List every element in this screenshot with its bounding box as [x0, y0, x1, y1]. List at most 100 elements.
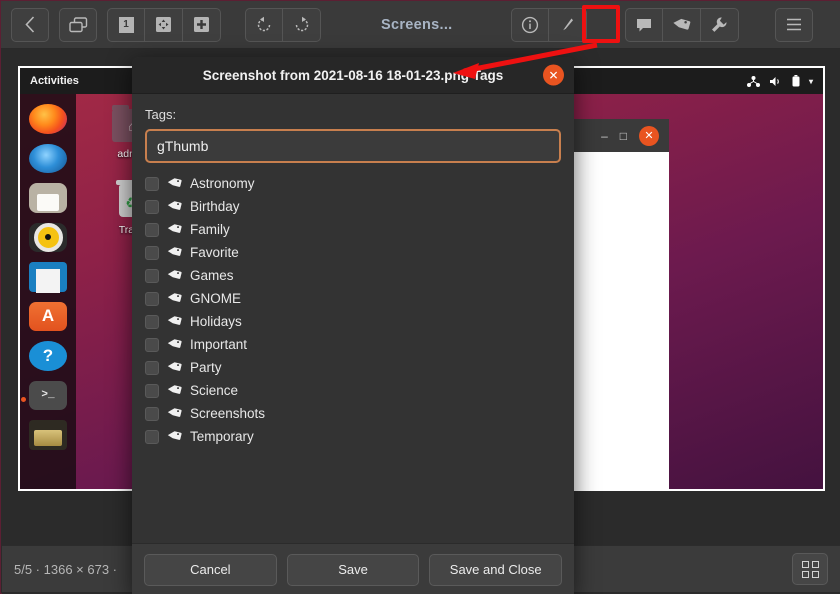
- dock-item-thunderbird[interactable]: [29, 143, 67, 173]
- dialog-action-bar: Cancel Save Save and Close: [132, 543, 574, 594]
- tag-list-item[interactable]: Science: [145, 379, 561, 402]
- tag-label: Family: [190, 222, 230, 237]
- tag-label: GNOME: [190, 291, 242, 306]
- tags-label: Tags:: [145, 107, 177, 122]
- ubuntu-dock: A ? >_: [20, 94, 76, 489]
- dock-item-terminal[interactable]: >_: [21, 380, 67, 410]
- tags-input[interactable]: [145, 129, 561, 163]
- tag-label: Favorite: [190, 245, 239, 260]
- rotate-group: [245, 7, 321, 42]
- tag-list-item[interactable]: Family: [145, 218, 561, 241]
- xpad-maximize-button[interactable]: □: [620, 129, 627, 143]
- dropdown-arrow-icon[interactable]: ▾: [809, 77, 813, 86]
- tag-icon: [167, 385, 182, 394]
- network-icon: [746, 75, 760, 87]
- tag-checkbox[interactable]: [145, 291, 159, 306]
- fit-screen-icon-button[interactable]: [145, 7, 183, 42]
- thumbnail-grid-icon-button[interactable]: [792, 553, 828, 585]
- save-button[interactable]: Save: [286, 553, 420, 586]
- xpad-close-button[interactable]: ✕: [639, 125, 659, 146]
- rotate-right-icon-button[interactable]: [283, 7, 321, 42]
- xpad-minimize-button[interactable]: –: [601, 129, 608, 143]
- dialog-body: Tags: Astronomy Birthday Family Favorite Gam…: [132, 94, 574, 543]
- tag-checkbox[interactable]: [145, 199, 159, 214]
- tags-icon-button[interactable]: [662, 7, 701, 42]
- single-page-icon-button[interactable]: 1: [107, 7, 145, 42]
- main-menu-icon-button[interactable]: [774, 7, 813, 42]
- tag-list-item[interactable]: Games: [145, 264, 561, 287]
- tag-icon: [167, 293, 182, 302]
- volume-icon: [769, 76, 779, 86]
- tag-label: Astronomy: [190, 176, 255, 191]
- tag-checkbox[interactable]: [145, 222, 159, 237]
- tag-checkbox[interactable]: [145, 245, 159, 260]
- tag-label: Games: [190, 268, 234, 283]
- tag-list-item[interactable]: Party: [145, 356, 561, 379]
- tag-icon: [167, 247, 182, 256]
- zoom-in-icon-button[interactable]: [183, 7, 221, 42]
- tag-list-item[interactable]: Temporary: [145, 425, 561, 448]
- dock-item-show-applications[interactable]: [29, 460, 67, 490]
- cancel-button[interactable]: Cancel: [144, 553, 277, 586]
- tag-icon: [167, 224, 182, 233]
- tag-list-item[interactable]: Astronomy: [145, 172, 561, 195]
- dock-item-rhythmbox[interactable]: [29, 222, 67, 252]
- tag-icon: [167, 362, 182, 371]
- dock-item-ubuntu-software[interactable]: A: [29, 301, 67, 331]
- tag-checkbox[interactable]: [145, 429, 159, 444]
- dock-item-help[interactable]: ?: [29, 341, 67, 371]
- wrench-icon-button[interactable]: [700, 7, 739, 42]
- tag-label: Important: [190, 337, 248, 352]
- dock-item-files[interactable]: [29, 183, 67, 213]
- system-tray: ▾: [746, 75, 813, 87]
- tag-icon: [167, 201, 182, 210]
- tag-label: Party: [190, 360, 222, 375]
- tag-icon: [167, 431, 182, 440]
- info-edit-group: [510, 7, 587, 42]
- tag-label: Holidays: [190, 314, 242, 329]
- tag-checkbox-list: Astronomy Birthday Family Favorite Games GNOM…: [145, 172, 561, 543]
- tag-label: Temporary: [190, 429, 254, 444]
- dock-item-drawer[interactable]: [29, 420, 67, 450]
- status-bar-right: [792, 553, 828, 585]
- tools-group: [624, 7, 739, 42]
- comment-icon-button[interactable]: [624, 7, 663, 42]
- tag-icon: [167, 270, 182, 279]
- battery-icon: [792, 75, 800, 87]
- tags-dialog: Screenshot from 2021-08-16 18-01-23.png …: [132, 57, 574, 594]
- dialog-close-button[interactable]: ✕: [543, 64, 564, 86]
- tag-icon: [167, 316, 182, 325]
- window-title: Screens...: [381, 16, 453, 33]
- tag-list-item[interactable]: Holidays: [145, 310, 561, 333]
- tag-checkbox[interactable]: [145, 268, 159, 283]
- tag-label: Birthday: [190, 199, 240, 214]
- tag-checkbox[interactable]: [145, 360, 159, 375]
- duplicate-icon-button[interactable]: [59, 7, 97, 42]
- tag-list-item[interactable]: Favorite: [145, 241, 561, 264]
- tag-checkbox[interactable]: [145, 176, 159, 191]
- info-icon-button[interactable]: [510, 7, 549, 42]
- back-button[interactable]: [11, 7, 49, 42]
- tag-checkbox[interactable]: [145, 383, 159, 398]
- dialog-title: Screenshot from 2021-08-16 18-01-23.png …: [202, 67, 504, 83]
- tag-label: Screenshots: [190, 406, 266, 421]
- gthumb-window: 1 Screens... Activities ▾ A ? >_ – □ ✕ 5…: [0, 0, 840, 594]
- page-number-badge: 1: [118, 16, 134, 33]
- dialog-titlebar: Screenshot from 2021-08-16 18-01-23.png …: [132, 57, 574, 94]
- dock-item-libreoffice-writer[interactable]: [29, 262, 67, 293]
- tag-list-item[interactable]: GNOME: [145, 287, 561, 310]
- tag-list-item[interactable]: Important: [145, 333, 561, 356]
- tag-checkbox[interactable]: [145, 406, 159, 421]
- tag-icon: [167, 408, 182, 417]
- rotate-left-icon-button[interactable]: [245, 7, 283, 42]
- status-text: 5/5 · 1366 × 673 ·: [14, 561, 117, 577]
- save-and-close-button[interactable]: Save and Close: [429, 553, 563, 586]
- tag-icon: [167, 339, 182, 348]
- edit-brush-icon-button[interactable]: [548, 7, 587, 42]
- tag-checkbox[interactable]: [145, 337, 159, 352]
- tag-list-item[interactable]: Screenshots: [145, 402, 561, 425]
- dock-item-firefox[interactable]: [29, 104, 67, 134]
- tag-checkbox[interactable]: [145, 314, 159, 329]
- tag-list-item[interactable]: Birthday: [145, 195, 561, 218]
- tag-label: Science: [190, 383, 239, 398]
